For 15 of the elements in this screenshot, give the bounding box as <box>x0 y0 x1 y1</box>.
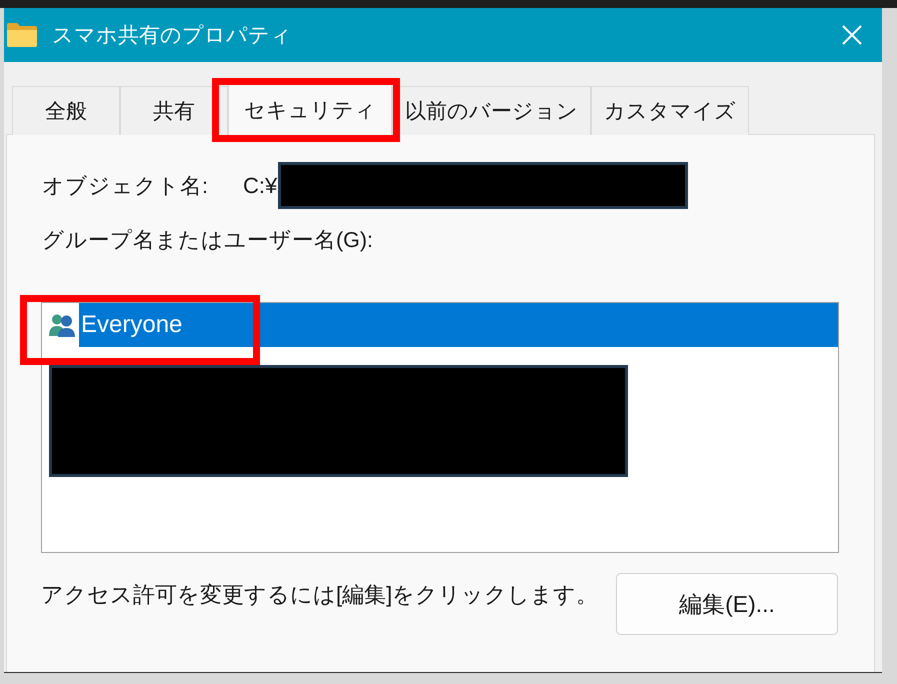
object-name-value: C:¥ <box>243 172 278 198</box>
edit-button[interactable]: 編集(E)... <box>616 573 838 635</box>
window-title: スマホ共有のプロパティ <box>52 23 292 49</box>
user-list-item[interactable]: Everyone <box>79 303 838 347</box>
tab[interactable]: セキュリティ <box>228 83 392 135</box>
tab[interactable]: 共有 <box>120 86 228 135</box>
user-group-icon <box>48 313 76 337</box>
hint-text: アクセス許可を変更するには[編集]をクリックします。 <box>41 581 598 609</box>
tab[interactable]: カスタマイズ <box>591 86 749 135</box>
object-name-label: オブジェクト名: <box>42 173 209 200</box>
tab[interactable]: 全般 <box>12 86 120 135</box>
tab[interactable]: 以前のバージョン <box>392 86 591 135</box>
folder-icon <box>6 22 38 48</box>
group-list-label: グループ名またはユーザー名(G): <box>42 227 374 254</box>
close-icon <box>842 25 862 45</box>
